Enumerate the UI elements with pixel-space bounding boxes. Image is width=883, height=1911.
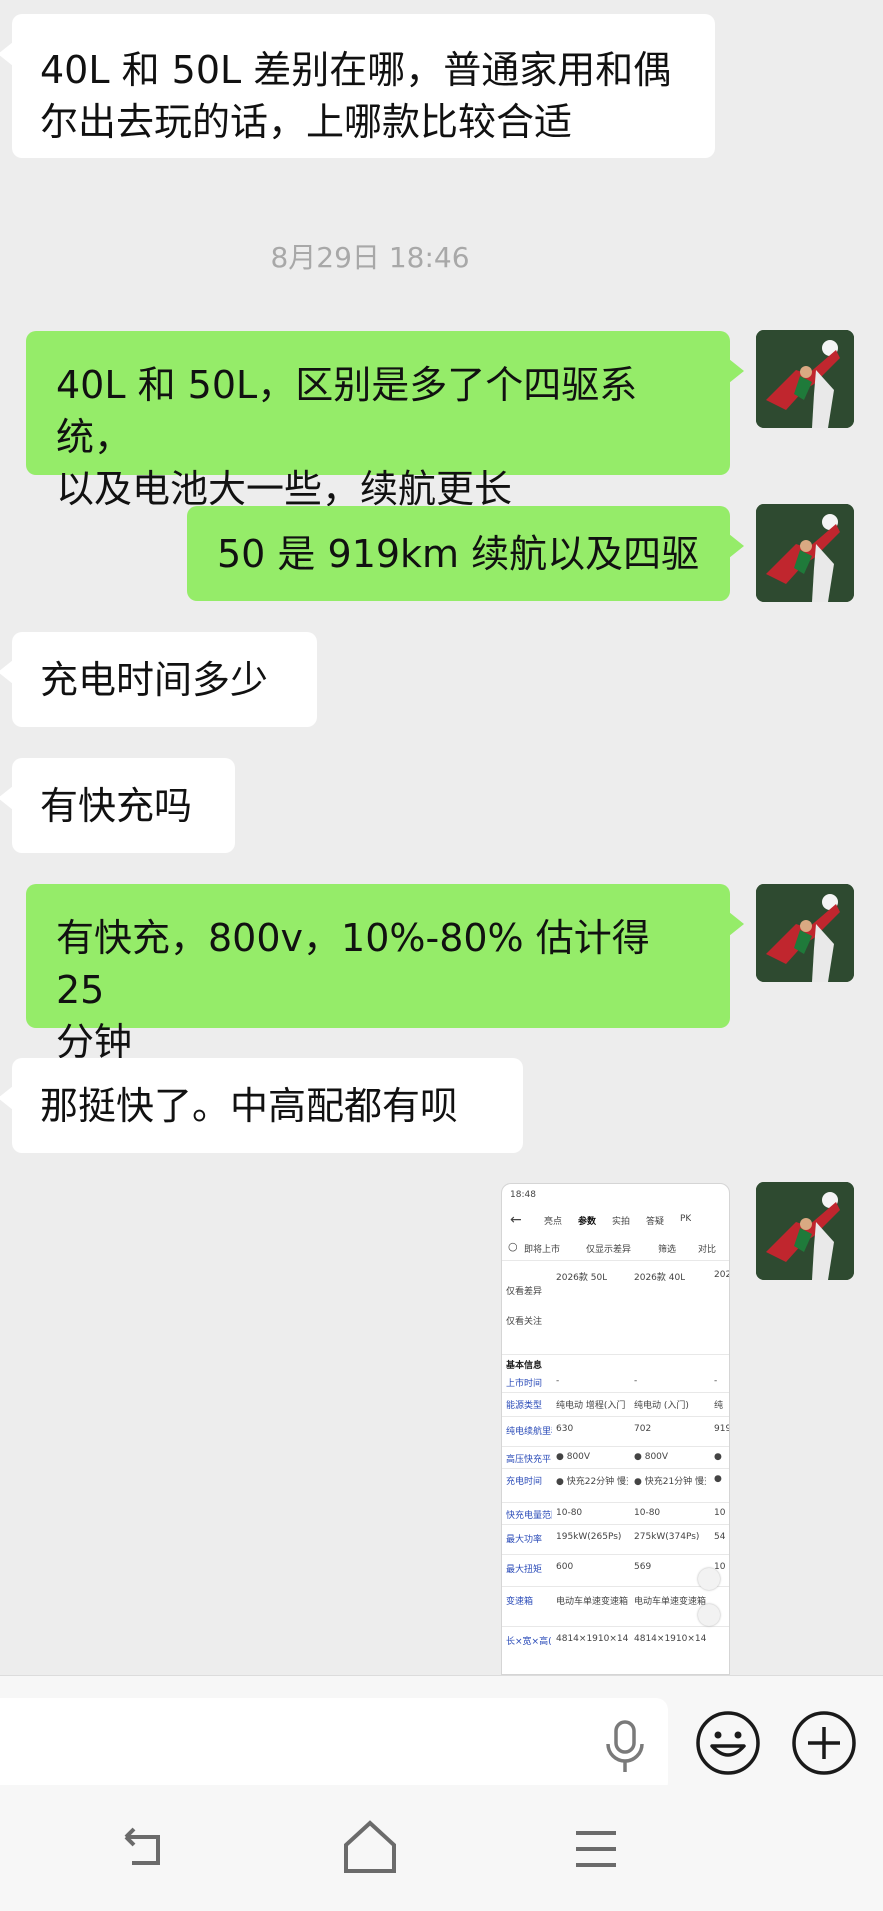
screenshot-cell: ● 800V: [634, 1452, 669, 1462]
screenshot-row-label: 最大功率: [506, 1535, 543, 1545]
message-line: 40L 和 50L 差别在哪，普通家用和偶: [40, 48, 672, 92]
screenshot-row-label: 快充电量范围(%): [506, 1511, 552, 1521]
avatar[interactable]: [756, 884, 854, 982]
message-bubble-outgoing[interactable]: 40L 和 50L，区别是多了个四驱系统， 以及电池大一些，续航更长: [26, 331, 744, 511]
nav-back-icon[interactable]: [118, 1825, 168, 1875]
message-line: 有快充吗: [40, 784, 193, 828]
screenshot-back-icon: ←: [510, 1212, 522, 1228]
screenshot-time: 18:48: [510, 1190, 536, 1200]
screenshot-cell: 702: [634, 1424, 652, 1434]
screenshot-cell: ● 快充21分钟 慢充12小时: [634, 1477, 706, 1487]
screenshot-cell: 919: [714, 1424, 730, 1434]
message-line: 50 是 919km 续航以及四驱: [217, 532, 700, 576]
screenshot-cell: 54: [714, 1532, 726, 1542]
screenshot-model: 2026款 50L: [556, 1273, 608, 1283]
message-line: 尔出去玩的话，上哪款比较合适: [40, 100, 573, 144]
screenshot-model: 202: [714, 1270, 730, 1280]
screenshot-filter: 筛选: [658, 1245, 677, 1255]
message-bubble-incoming[interactable]: 充电时间多少: [0, 632, 317, 727]
screenshot-cell: 纯: [714, 1401, 724, 1411]
screenshot-row-label: 上市时间: [506, 1379, 543, 1389]
player-photo-icon: [756, 884, 854, 982]
message-input[interactable]: [0, 1698, 668, 1794]
message-bubble-incoming[interactable]: 40L 和 50L 差别在哪，普通家用和偶 尔出去玩的话，上哪款比较合适: [0, 14, 715, 158]
screenshot-tab: 参数: [578, 1217, 597, 1227]
avatar[interactable]: [756, 330, 854, 428]
screenshot-cell: 4814×1910×1434: [556, 1634, 628, 1644]
screenshot-tab: 答疑: [646, 1217, 665, 1227]
screenshot-tab: PK: [680, 1214, 692, 1224]
message-line: 充电时间多少: [40, 658, 269, 702]
screenshot-cell: 纯电动 增程(入门): [556, 1401, 626, 1411]
chat-timestamp: 8月29日 18:46: [270, 241, 470, 274]
screenshot-cell: ● 800V: [556, 1452, 591, 1462]
screenshot-cell: 4814×1910×1434: [634, 1634, 706, 1644]
plus-icon[interactable]: [791, 1710, 857, 1776]
system-navigation-bar: [0, 1785, 883, 1911]
message-line: 那挺快了。中高配都有呗: [40, 1084, 459, 1128]
screenshot-tab: 实拍: [612, 1217, 631, 1227]
avatar[interactable]: [756, 504, 854, 602]
message-bubble-outgoing[interactable]: 50 是 919km 续航以及四驱: [187, 506, 744, 601]
screenshot-row-label: 能源类型: [506, 1401, 543, 1411]
screenshot-section: 基本信息: [506, 1361, 543, 1371]
screenshot-cell: 纯电动 (入门): [634, 1401, 689, 1411]
screenshot-search-icon: ○: [508, 1240, 518, 1253]
message-line: 有快充，800v，10%-80% 估计得 25: [56, 916, 650, 1012]
screenshot-floating-icon: [698, 1604, 720, 1626]
screenshot-cell: 电动车单速变速箱: [556, 1597, 628, 1607]
screenshot-toggle: 仅看关注: [506, 1317, 543, 1327]
nav-menu-icon[interactable]: [572, 1825, 620, 1873]
screenshot-cell: 10: [714, 1508, 726, 1518]
screenshot-cell: 195kW(265Ps): [556, 1532, 622, 1542]
screenshot-model: 2026款 40L: [634, 1273, 686, 1283]
screenshot-cell: 630: [556, 1424, 574, 1434]
player-photo-icon: [756, 330, 854, 428]
message-bubble-incoming[interactable]: 那挺快了。中高配都有呗: [0, 1058, 523, 1153]
player-photo-icon: [756, 1182, 854, 1280]
screenshot-cell: ●: [714, 1452, 722, 1462]
screenshot-toggle: 仅看差异: [506, 1287, 543, 1297]
screenshot-cell: -: [714, 1376, 718, 1386]
screenshot-cell: 569: [634, 1562, 652, 1572]
screenshot-floating-icon: [698, 1568, 720, 1590]
emoji-icon[interactable]: [695, 1710, 761, 1776]
nav-home-icon[interactable]: [340, 1815, 400, 1875]
screenshot-filter: 对比: [698, 1245, 717, 1255]
message-bubble-incoming[interactable]: 有快充吗: [0, 758, 235, 853]
screenshot-cell: -: [556, 1376, 560, 1386]
screenshot-row-label: 纯电续航里程(km)CLTC: [506, 1427, 552, 1437]
input-bar: [0, 1675, 883, 1794]
message-bubble-outgoing[interactable]: 有快充，800v，10%-80% 估计得 25 分钟: [26, 884, 744, 1064]
player-photo-icon: [756, 504, 854, 602]
screenshot-row-label: 变速箱: [506, 1597, 534, 1607]
screenshot-cell: ●: [714, 1474, 722, 1484]
screenshot-cell: 电动车单速变速箱: [634, 1597, 706, 1607]
screenshot-row-label: 充电时间: [506, 1477, 543, 1487]
message-line: 40L 和 50L，区别是多了个四驱系统，: [56, 363, 638, 459]
screenshot-cell: 10-80: [556, 1508, 583, 1518]
screenshot-row-label: 高压快充平台: [506, 1455, 552, 1465]
screenshot-cell: 600: [556, 1562, 574, 1572]
image-message-thumbnail[interactable]: 18:48 ← 亮点 参数 实拍 答疑 PK ○ 即将上市 仅显示差异 筛选 对…: [501, 1183, 730, 1675]
avatar[interactable]: [756, 1182, 854, 1280]
screenshot-filter: 仅显示差异: [586, 1245, 632, 1255]
screenshot-cell: 10-80: [634, 1508, 661, 1518]
screenshot-cell: 275kW(374Ps): [634, 1532, 700, 1542]
screenshot-cell: ● 快充22分钟 慢充10.5小时: [556, 1477, 628, 1487]
screenshot-row-label: 长×宽×高(mm): [506, 1637, 552, 1647]
microphone-icon[interactable]: [602, 1720, 648, 1774]
screenshot-cell: -: [634, 1376, 638, 1386]
chat-area[interactable]: 40L 和 50L 差别在哪，普通家用和偶 尔出去玩的话，上哪款比较合适 8月2…: [0, 0, 883, 1675]
screenshot-row-label: 最大扭矩: [506, 1565, 543, 1575]
screenshot-filter: 即将上市: [524, 1245, 561, 1255]
screenshot-tab: 亮点: [544, 1217, 563, 1227]
